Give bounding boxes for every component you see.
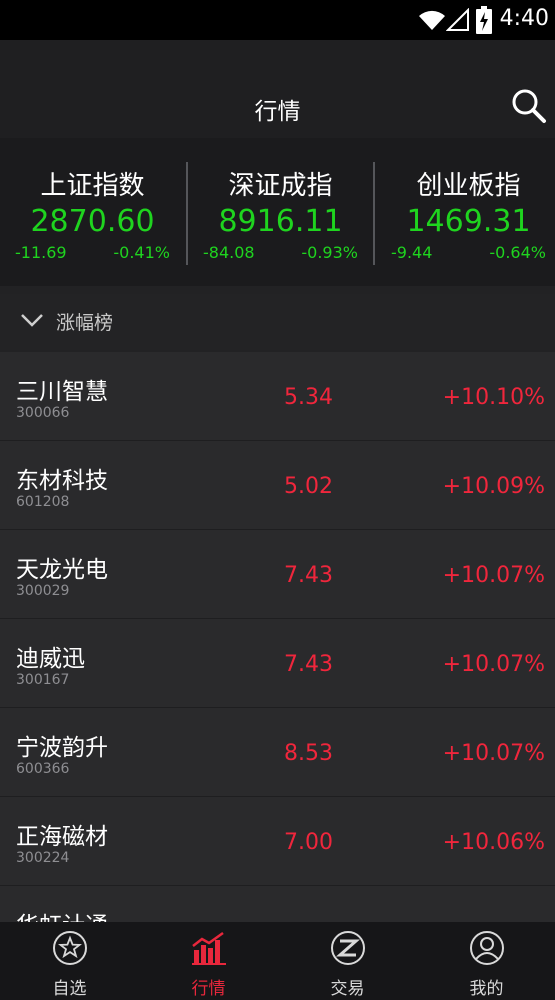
stock-list: 三川智慧 300066 5.34 +10.10% 东材科技 601208 5.0… — [0, 352, 555, 975]
stock-percent: +10.10% — [442, 385, 545, 410]
status-bar: 4:40 — [0, 0, 555, 40]
stock-price: 5.34 — [284, 385, 333, 410]
index-value: 2870.60 — [30, 204, 155, 239]
search-icon[interactable] — [509, 86, 549, 126]
battery-charging-icon — [476, 6, 492, 34]
gainers-section-header[interactable]: 涨幅榜 — [0, 294, 555, 350]
stock-name: 正海磁材 — [16, 824, 108, 850]
stock-percent: +10.07% — [442, 563, 545, 588]
index-name: 深证成指 — [228, 171, 333, 201]
status-time: 4:40 — [499, 6, 549, 31]
index-shenzhen[interactable]: 深证成指 8916.11 -84.08 -0.93% — [188, 138, 373, 286]
index-value: 8916.11 — [218, 204, 343, 239]
tab-watchlist[interactable]: 自选 — [0, 922, 139, 1000]
stock-percent: +10.07% — [442, 652, 545, 677]
page-title: 行情 — [254, 99, 301, 125]
stock-code: 600366 — [16, 761, 70, 777]
index-change: -84.08 — [203, 243, 255, 262]
stock-name: 东材科技 — [16, 468, 108, 494]
stock-price: 8.53 — [284, 741, 333, 766]
stock-price: 7.00 — [284, 830, 333, 855]
stock-row[interactable]: 天龙光电 300029 7.43 +10.07% — [0, 530, 555, 619]
stock-name: 三川智慧 — [16, 379, 108, 405]
bottom-tab-bar: 自选 行情 交易 我的 — [0, 922, 555, 1000]
index-value: 1469.31 — [406, 204, 531, 239]
stock-name: 天龙光电 — [16, 557, 108, 583]
stock-row[interactable]: 东材科技 601208 5.02 +10.09% — [0, 441, 555, 530]
stock-code: 601208 — [16, 494, 70, 510]
stock-code: 300029 — [16, 583, 70, 599]
stock-code: 300066 — [16, 405, 70, 421]
index-percent: -0.41% — [113, 243, 170, 262]
stock-price: 7.43 — [284, 563, 333, 588]
stock-row[interactable]: 三川智慧 300066 5.34 +10.10% — [0, 352, 555, 441]
stock-name: 迪威迅 — [16, 646, 85, 672]
trade-icon — [330, 931, 365, 965]
user-icon — [469, 931, 504, 965]
index-percent: -0.93% — [301, 243, 358, 262]
stock-code: 300167 — [16, 672, 70, 688]
stock-row[interactable]: 正海磁材 300224 7.00 +10.06% — [0, 797, 555, 886]
chevron-down-icon — [21, 314, 43, 327]
index-panel: 上证指数 2870.60 -11.69 -0.41% 深证成指 8916.11 … — [0, 138, 555, 286]
section-title: 涨幅榜 — [56, 312, 114, 334]
index-change: -11.69 — [15, 243, 67, 262]
index-divider — [373, 162, 375, 265]
tab-label: 交易 — [330, 979, 365, 999]
index-divider — [186, 162, 188, 265]
stock-code: 300224 — [16, 850, 70, 866]
index-percent: -0.64% — [489, 243, 546, 262]
tab-market[interactable]: 行情 — [139, 922, 278, 1000]
tab-label: 自选 — [52, 979, 87, 999]
stock-row[interactable]: 迪威迅 300167 7.43 +10.07% — [0, 619, 555, 708]
stock-price: 5.02 — [284, 474, 333, 499]
stock-price: 7.43 — [284, 652, 333, 677]
nav-bar: 行情 — [0, 40, 555, 138]
star-icon — [52, 931, 87, 965]
wifi-icon — [419, 10, 445, 30]
stock-percent: +10.06% — [442, 830, 545, 855]
index-shanghai[interactable]: 上证指数 2870.60 -11.69 -0.41% — [0, 138, 185, 286]
signal-icon — [446, 8, 469, 31]
stock-name: 宁波韵升 — [16, 735, 108, 761]
tab-label: 我的 — [469, 979, 504, 999]
stock-row[interactable]: 宁波韵升 600366 8.53 +10.07% — [0, 708, 555, 797]
tab-trade[interactable]: 交易 — [278, 922, 417, 1000]
stock-percent: +10.07% — [442, 741, 545, 766]
chart-icon — [191, 931, 226, 965]
stock-percent: +10.09% — [442, 474, 545, 499]
tab-label: 行情 — [191, 979, 226, 999]
index-name: 创业板指 — [416, 171, 521, 201]
index-chinext[interactable]: 创业板指 1469.31 -9.44 -0.64% — [376, 138, 555, 286]
index-name: 上证指数 — [40, 171, 145, 201]
index-change: -9.44 — [391, 243, 433, 262]
tab-profile[interactable]: 我的 — [417, 922, 555, 1000]
